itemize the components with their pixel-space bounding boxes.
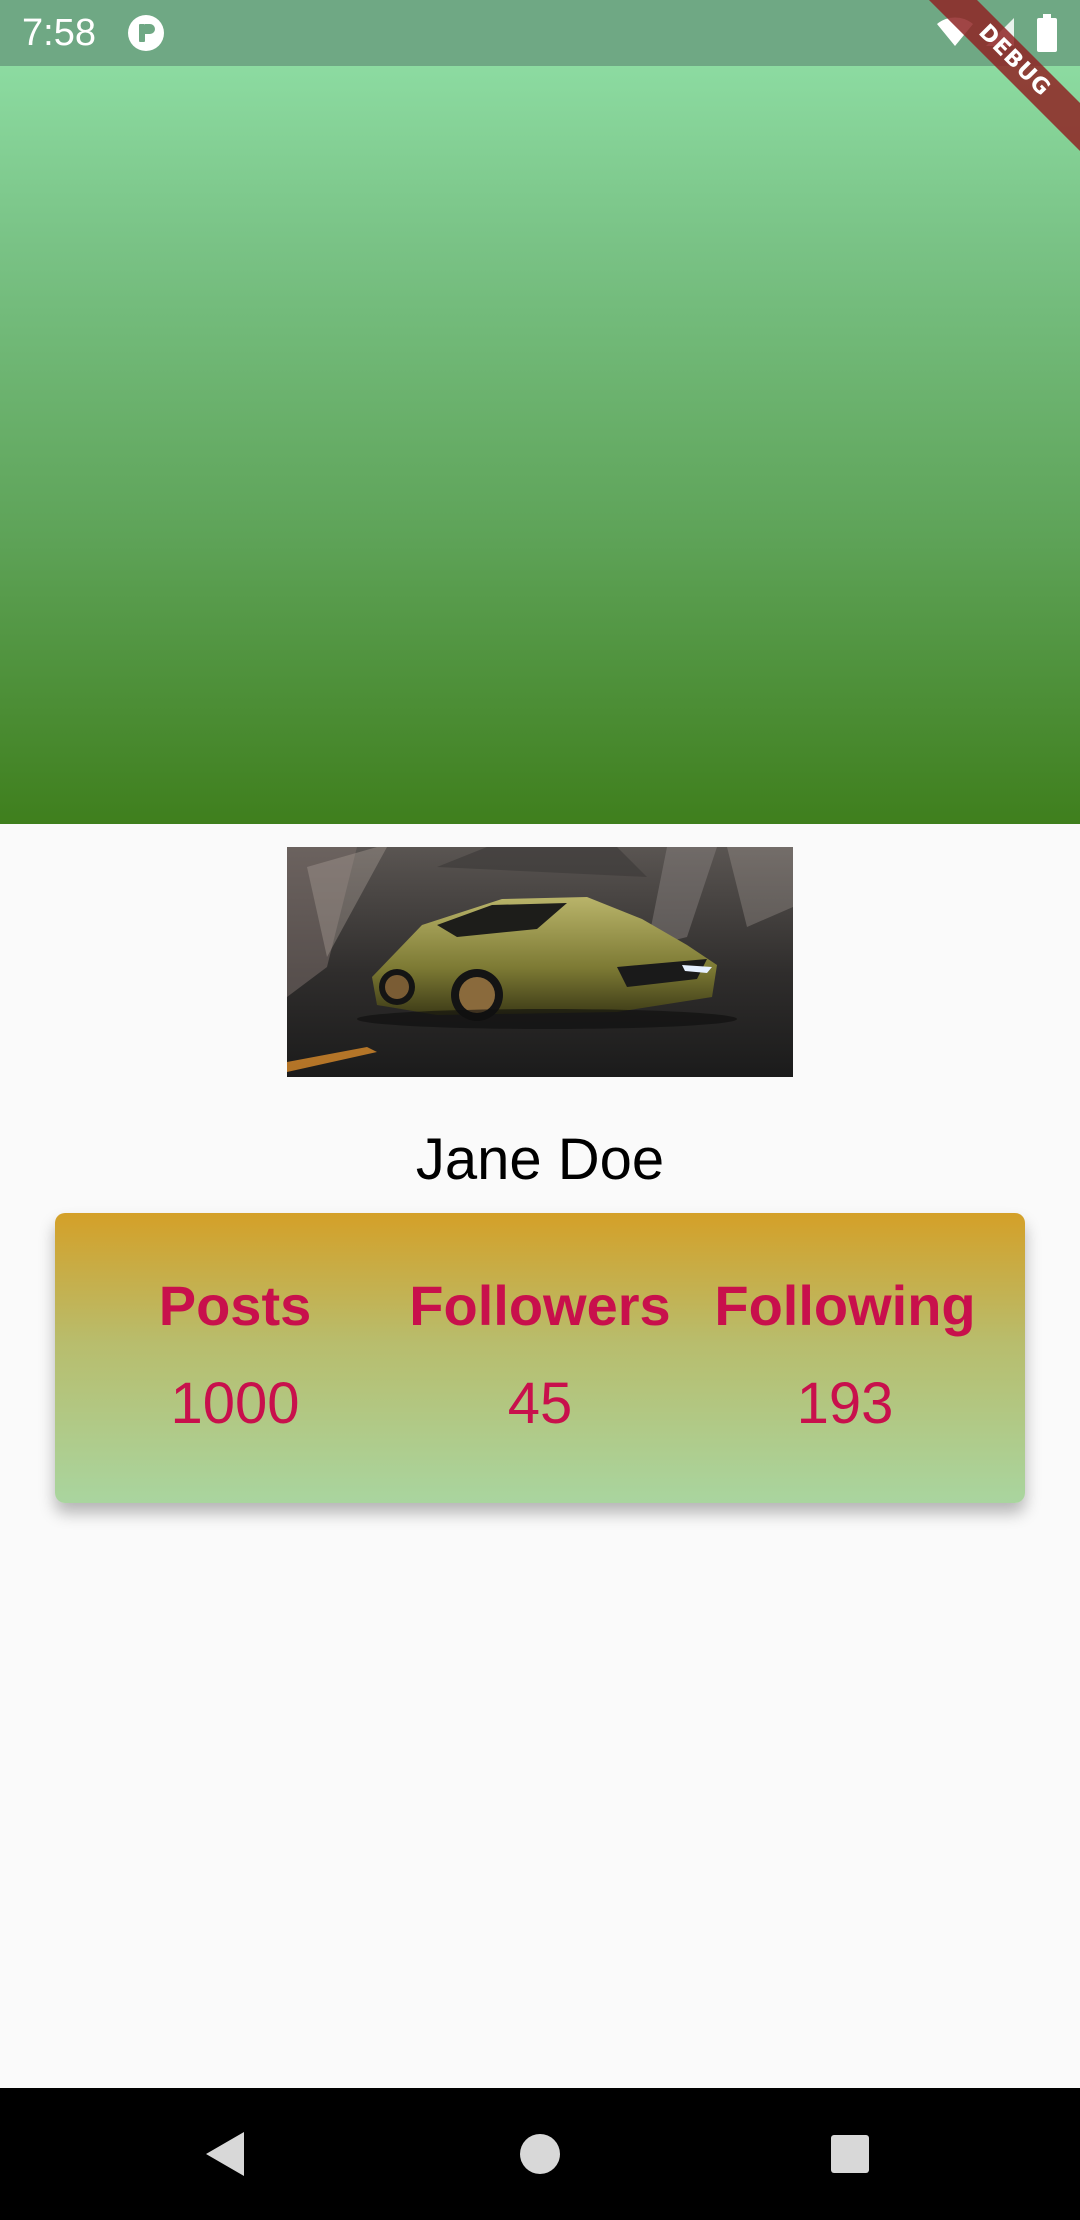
profile-name: Jane Doe xyxy=(415,1127,665,1192)
header-gradient xyxy=(0,0,1080,824)
stats-card: Posts 1000 Followers 45 Following 193 xyxy=(55,1213,1025,1503)
stat-label-following: Following xyxy=(714,1274,976,1337)
wifi-icon xyxy=(937,17,973,46)
stat-label-followers: Followers xyxy=(409,1274,671,1337)
home-icon[interactable] xyxy=(518,2132,562,2176)
stat-label-posts: Posts xyxy=(158,1274,312,1337)
stat-posts: Posts 1000 xyxy=(80,1273,390,1437)
status-bar: 7:58 xyxy=(0,0,1080,66)
stat-value-posts: 1000 xyxy=(170,1371,300,1436)
sports-car-image xyxy=(287,847,793,1077)
profile-screen: 7:58 DEBUG Jane Doe Posts 1000 Followers… xyxy=(0,0,1080,2220)
back-icon[interactable] xyxy=(204,2130,248,2178)
battery-icon xyxy=(1037,14,1057,52)
signal-icon xyxy=(986,18,1014,46)
navigation-bar xyxy=(0,2088,1080,2220)
stat-value-following: 193 xyxy=(796,1371,894,1436)
status-time: 7:58 xyxy=(22,12,96,54)
profile-picture xyxy=(287,847,793,1077)
stat-followers: Followers 45 xyxy=(385,1273,695,1437)
recents-icon[interactable] xyxy=(830,2134,870,2174)
stat-value-followers: 45 xyxy=(507,1371,573,1436)
stat-following: Following 193 xyxy=(690,1273,1000,1437)
app-notification-icon xyxy=(128,15,164,51)
